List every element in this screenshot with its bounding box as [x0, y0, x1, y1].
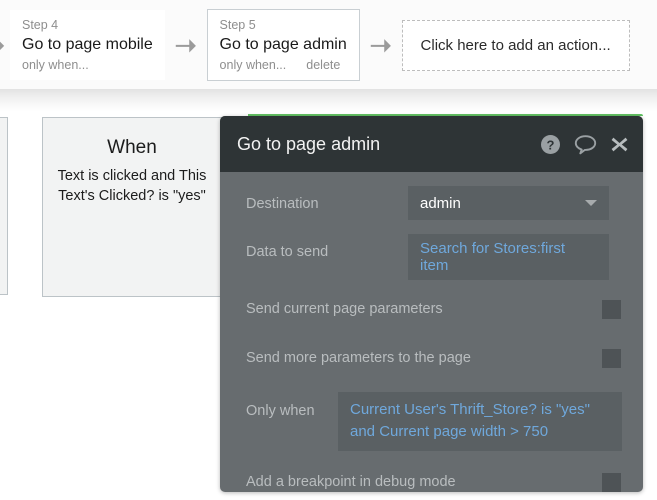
only-when-expression[interactable]: Current User's Thrift_Store? is "yes" an…	[338, 392, 622, 451]
breakpoint-label: Add a breakpoint in debug mode	[246, 474, 456, 490]
when-event-box[interactable]: When Text is clicked and This Text's Cli…	[42, 117, 222, 297]
previous-event-box[interactable]	[0, 117, 8, 295]
step-only-when-link[interactable]: only when...	[220, 57, 287, 74]
arrow-right-icon-2: ➝	[369, 30, 392, 60]
step-card-4[interactable]: Step 4 Go to page mobile only when...	[10, 10, 165, 80]
when-box-description: Text is clicked and This Text's Clicked?…	[57, 168, 207, 204]
panel-body: Destination admin Data to send Search fo…	[220, 172, 643, 492]
send-more-params-row: Send more parameters to the page	[246, 343, 625, 373]
add-action-button[interactable]: Click here to add an action...	[401, 19, 630, 71]
when-box-title: When	[107, 137, 157, 158]
close-icon[interactable]	[610, 135, 629, 154]
data-to-send-input[interactable]: Search for Stores:first item	[408, 234, 609, 280]
send-more-params-checkbox[interactable]	[602, 348, 621, 368]
data-to-send-label: Data to send	[246, 244, 329, 260]
data-to-send-row: Data to send Search for Stores:first ite…	[246, 234, 625, 280]
step-number: Step 4	[22, 18, 59, 32]
step-delete-link[interactable]: delete	[306, 57, 340, 74]
step-list: ➝ Step 4 Go to page mobile only when... …	[0, 9, 630, 81]
step-only-when-link[interactable]: only when...	[22, 57, 89, 74]
breakpoint-row: Add a breakpoint in debug mode	[246, 467, 625, 492]
stepbar-shadow	[0, 90, 657, 112]
svg-text:?: ?	[547, 137, 555, 152]
destination-label: Destination	[246, 196, 319, 212]
panel-title: Go to page admin	[237, 134, 381, 154]
destination-value: admin	[420, 194, 461, 212]
arrow-right-icon-1: ➝	[174, 30, 197, 60]
step-meta: only when... delete	[220, 57, 347, 74]
send-current-params-row: Send current page parameters	[246, 294, 625, 324]
chevron-down-icon	[585, 200, 597, 206]
arrow-right-icon-leading: ➝	[0, 32, 10, 59]
only-when-row: Only when Current User's Thrift_Store? i…	[246, 392, 625, 451]
send-current-params-label: Send current page parameters	[246, 301, 443, 317]
app-root: ➝ Step 4 Go to page mobile only when... …	[0, 0, 657, 500]
step-card-5[interactable]: Step 5 Go to page admin only when... del…	[206, 9, 360, 81]
panel-header: Go to page admin ?	[220, 116, 643, 172]
action-properties-panel: Go to page admin ? Destination admin Dat…	[220, 116, 643, 492]
step-title: Go to page admin	[219, 36, 347, 53]
send-current-params-checkbox[interactable]	[602, 299, 621, 319]
step-title: Go to page mobile	[22, 36, 153, 53]
only-when-label: Only when	[246, 403, 315, 419]
step-meta: only when...	[22, 57, 153, 74]
send-more-params-label: Send more parameters to the page	[246, 350, 471, 366]
step-number: Step 5	[219, 18, 256, 32]
help-circle-icon[interactable]: ?	[540, 134, 561, 155]
workflow-step-bar: ➝ Step 4 Go to page mobile only when... …	[0, 0, 657, 90]
destination-row: Destination admin	[246, 186, 625, 220]
panel-header-icons: ?	[540, 134, 629, 155]
breakpoint-checkbox[interactable]	[602, 472, 621, 492]
destination-select[interactable]: admin	[408, 186, 609, 220]
comment-bubble-icon[interactable]	[574, 134, 597, 155]
